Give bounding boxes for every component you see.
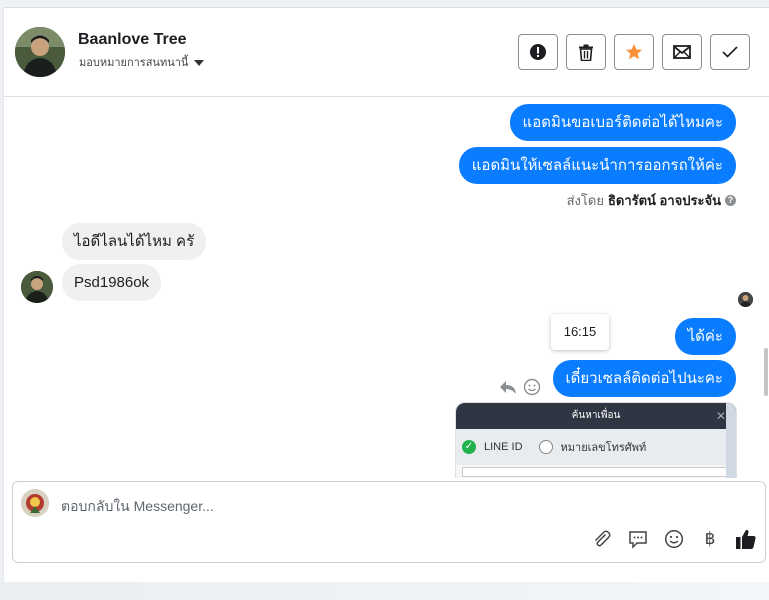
contact-name[interactable]: Baanlove Tree — [78, 31, 187, 49]
message-incoming[interactable]: ไอดีไลนได้ไหม ครั — [62, 223, 207, 260]
attachment-option-phone: หมายเลขโทรศัพท์ — [560, 442, 647, 454]
timestamp-tooltip: 16:15 — [551, 314, 609, 350]
sender-avatar[interactable] — [21, 271, 53, 303]
message-outgoing[interactable]: แอดมินขอเบอร์ติดต่อได้ไหมคะ — [509, 104, 736, 141]
emoji-button[interactable] — [663, 528, 685, 550]
assign-label: มอบหมายการสนทนานี้ — [79, 57, 189, 69]
trash-icon — [579, 44, 593, 61]
saved-replies-button[interactable] — [627, 528, 649, 550]
attachment-title: ค้นหาเพื่อน — [571, 410, 621, 421]
message-outgoing[interactable]: ได้ค่ะ — [674, 318, 736, 355]
reply-icon[interactable] — [499, 379, 517, 395]
sent-by-name: ธิดารัตน์ อาจประจัน — [607, 193, 721, 208]
attachment-title-bar: ค้นหาเพื่อน ✕ — [456, 403, 736, 429]
sent-by-prefix: ส่งโดย — [566, 193, 604, 208]
page-background-strip — [0, 582, 769, 600]
info-icon[interactable]: ? — [725, 195, 736, 206]
reply-input[interactable] — [61, 496, 661, 516]
radio-checked-icon: ✓ — [462, 440, 476, 454]
scrollbar-thumb[interactable] — [764, 348, 768, 396]
envelope-icon — [673, 45, 691, 59]
attachment-options: ✓ LINE ID หมายเลขโทรศัพท์ — [456, 429, 736, 465]
star-button[interactable] — [614, 34, 654, 70]
radio-unchecked-icon — [538, 440, 553, 454]
attachment-option-line-id: LINE ID — [484, 441, 523, 453]
like-button[interactable] — [735, 528, 757, 550]
message-tools — [499, 378, 541, 396]
conversation-header: Baanlove Tree มอบหมายการสนทนานี้ — [4, 8, 769, 97]
star-icon — [626, 44, 642, 60]
attachment-edge — [726, 403, 736, 478]
check-icon — [722, 46, 738, 58]
chevron-down-icon — [194, 60, 205, 66]
baht-icon: ฿ — [704, 529, 716, 548]
seen-indicator-avatar — [738, 292, 753, 307]
emoji-reaction-icon[interactable] — [523, 378, 541, 396]
attachment-search-field — [462, 467, 730, 477]
message-thread[interactable]: แอดมินขอเบอร์ติดต่อได้ไหมคะ แอดมินให้เซล… — [4, 98, 769, 478]
payment-button[interactable]: ฿ — [699, 528, 721, 550]
image-attachment[interactable]: ค้นหาเพื่อน ✕ ✓ LINE ID หมายเลขโทรศัพท์ — [455, 402, 737, 478]
paperclip-icon — [594, 530, 611, 547]
page-avatar — [21, 489, 49, 517]
alert-icon — [530, 44, 546, 60]
sent-by-label: ส่งโดย ธิดารัตน์ อาจประจัน ? — [567, 190, 736, 211]
contact-avatar[interactable] — [15, 27, 65, 77]
message-outgoing[interactable]: แอดมินให้เซลล์แนะนำการออกรถให้ค่ะ — [458, 147, 736, 184]
header-actions — [518, 34, 750, 70]
chat-bubble-icon — [629, 530, 647, 549]
message-incoming[interactable]: Psd1986ok — [62, 264, 162, 301]
reply-composer: ฿ — [12, 481, 766, 563]
spam-button[interactable] — [518, 34, 558, 70]
message-outgoing[interactable]: เดี๋ยวเซลล์ติดต่อไปนะคะ — [552, 360, 736, 397]
delete-button[interactable] — [566, 34, 606, 70]
unread-button[interactable] — [662, 34, 702, 70]
attach-button[interactable] — [591, 528, 613, 550]
assign-conversation-dropdown[interactable]: มอบหมายการสนทนานี้ — [79, 53, 205, 71]
smiley-icon — [664, 529, 684, 549]
thumbs-up-icon — [736, 529, 756, 549]
done-button[interactable] — [710, 34, 750, 70]
composer-toolbar: ฿ — [591, 528, 757, 550]
close-icon: ✕ — [715, 409, 726, 423]
